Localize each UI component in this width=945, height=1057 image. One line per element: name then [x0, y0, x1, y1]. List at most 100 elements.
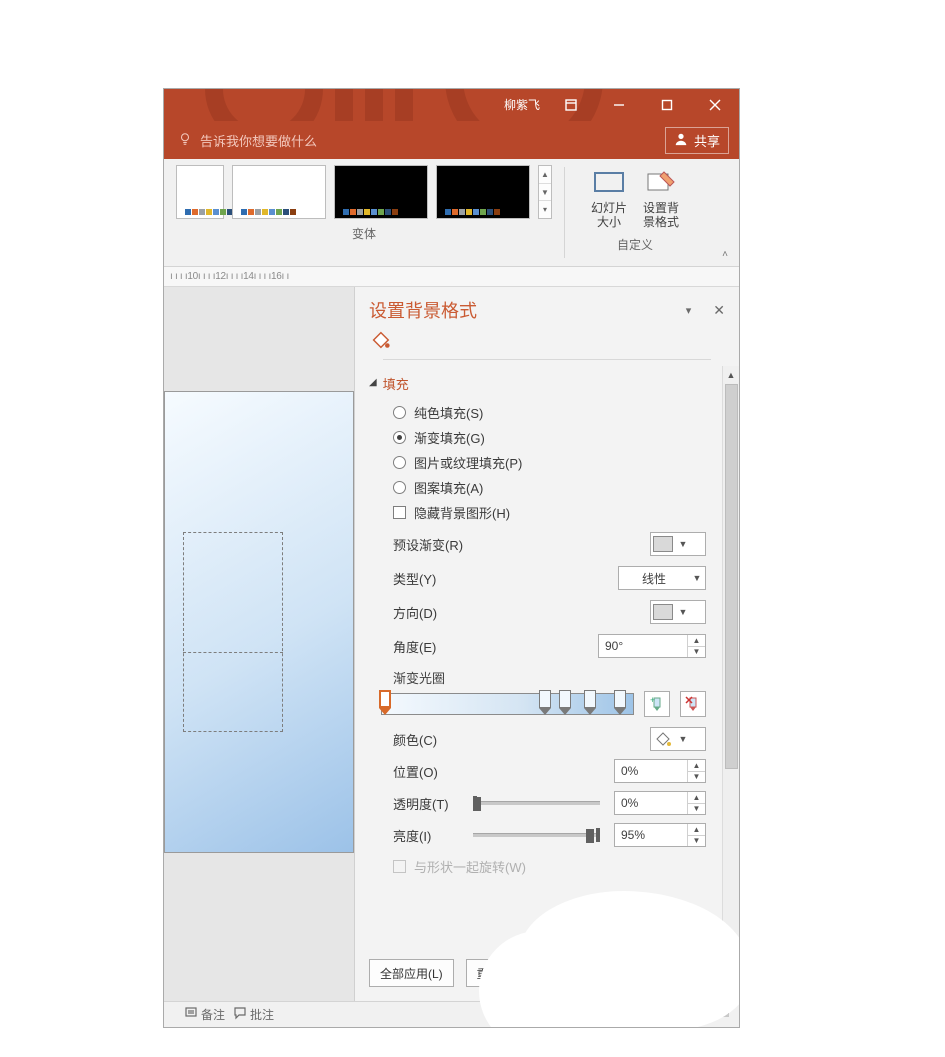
radio-picture-fill[interactable]: 图片或纹理填充(P)	[393, 453, 706, 472]
variant-gallery[interactable]: ▲▼▾	[176, 165, 552, 219]
fill-expander[interactable]: ◢ 填充	[369, 374, 706, 393]
format-background-button[interactable]: 设置背 景格式	[637, 165, 685, 230]
variants-group: ▲▼▾ 变体	[164, 159, 564, 266]
close-button[interactable]	[691, 89, 739, 121]
app-window: 柳紫飞 告诉我你想要做什么	[163, 88, 740, 1028]
angle-label: 角度(E)	[393, 637, 598, 656]
comments-icon	[233, 1006, 247, 1023]
radio-solid-fill[interactable]: 纯色填充(S)	[393, 403, 706, 422]
chevron-down-icon: ▼	[675, 607, 691, 617]
variant-thumb[interactable]	[436, 165, 530, 219]
variant-gallery-more[interactable]: ▲▼▾	[538, 165, 552, 219]
radio-icon	[393, 481, 406, 494]
swatch-icon	[653, 536, 673, 552]
window-controls	[547, 89, 739, 121]
minimize-button[interactable]	[595, 89, 643, 121]
type-label: 类型(Y)	[393, 569, 618, 588]
radio-pattern-fill[interactable]: 图案填充(A)	[393, 478, 706, 497]
lightbulb-icon	[178, 132, 192, 149]
notes-button[interactable]: 备注	[184, 1006, 225, 1023]
customize-label: 自定义	[617, 236, 653, 253]
brightness-label: 亮度(I)	[393, 826, 465, 845]
checkbox-icon	[393, 860, 406, 873]
preset-gradient-label: 预设渐变(R)	[393, 535, 650, 554]
variant-thumb[interactable]	[334, 165, 428, 219]
slide-canvas[interactable]	[164, 391, 354, 853]
format-background-pane: 设置背景格式 ▾ ✕ ◢ 填充	[354, 287, 739, 1001]
tellme-search[interactable]: 告诉我你想要做什么	[178, 131, 317, 150]
radio-icon	[393, 406, 406, 419]
gradient-stop[interactable]	[558, 690, 572, 720]
add-gradient-stop-button[interactable]: +	[644, 691, 670, 717]
tellme-placeholder: 告诉我你想要做什么	[200, 131, 317, 150]
checkbox-icon	[393, 506, 406, 519]
ribbon: ▲▼▾ 变体 幻灯片 大小 设置背 景格式	[164, 159, 739, 267]
variants-label: 变体	[352, 225, 376, 242]
swatch-icon	[653, 604, 673, 620]
comments-button[interactable]: 批注	[233, 1006, 274, 1023]
direction-label: 方向(D)	[393, 603, 650, 622]
radio-icon	[393, 431, 406, 444]
torn-edge-overlay	[519, 891, 740, 1028]
transparency-slider[interactable]	[473, 793, 606, 813]
swatch-row	[343, 209, 398, 215]
horizontal-ruler: ı ı ı ı10ı ı ı ı12ı ı ı ı14ı ı ı ı16ı ı	[164, 267, 739, 287]
content-placeholder[interactable]	[183, 532, 283, 732]
hide-background-graphics-checkbox[interactable]: 隐藏背景图形(H)	[393, 503, 706, 522]
collapse-ribbon-button[interactable]: ˄	[717, 246, 733, 262]
radio-icon	[393, 456, 406, 469]
paint-bucket-icon	[653, 729, 673, 749]
rotate-with-shape-checkbox: 与形状一起旋转(W)	[393, 857, 706, 876]
pane-options-button[interactable]: ▾	[686, 304, 692, 317]
triangle-down-icon: ◢	[369, 377, 377, 388]
swatch-row	[241, 209, 296, 215]
chevron-down-icon: ▼	[675, 539, 691, 549]
notes-icon	[184, 1006, 198, 1023]
gradient-stops-ramp[interactable]	[381, 693, 634, 715]
gradient-stop[interactable]	[538, 690, 552, 720]
direction-combo[interactable]: ▼	[650, 600, 706, 624]
position-spinner[interactable]: 0% ▲▼	[614, 759, 706, 783]
pane-close-button[interactable]: ✕	[713, 302, 725, 319]
pane-content: ◢ 填充 纯色填充(S) 渐变填充(G) 图片或纹理填充(P)	[355, 366, 722, 949]
swatch-row	[445, 209, 500, 215]
svg-text:+: +	[650, 696, 655, 705]
color-label: 颜色(C)	[393, 730, 650, 749]
ribbon-display-options-button[interactable]	[547, 89, 595, 121]
tellme-bar: 告诉我你想要做什么 共享	[164, 121, 739, 159]
radio-gradient-fill[interactable]: 渐变填充(G)	[393, 428, 706, 447]
slide-canvas-area	[164, 287, 354, 1001]
angle-spinner[interactable]: 90° ▲▼	[598, 634, 706, 658]
chevron-down-icon: ▼	[689, 573, 705, 583]
position-label: 位置(O)	[393, 762, 465, 781]
apply-to-all-button[interactable]: 全部应用(L)	[369, 959, 454, 987]
slide-size-button[interactable]: 幻灯片 大小	[585, 165, 633, 230]
account-name[interactable]: 柳紫飞	[504, 96, 540, 113]
transparency-spinner[interactable]: 0% ▲▼	[614, 791, 706, 815]
gradient-stop[interactable]	[613, 690, 627, 720]
type-combo[interactable]: 线性 ▼	[618, 566, 706, 590]
pane-header: 设置背景格式 ▾ ✕	[355, 287, 739, 366]
brightness-slider[interactable]	[473, 825, 606, 845]
slide-size-icon	[590, 165, 628, 199]
preset-gradient-combo[interactable]: ▼	[650, 532, 706, 556]
remove-gradient-stop-button[interactable]	[680, 691, 706, 717]
brightness-spinner[interactable]: 95% ▲▼	[614, 823, 706, 847]
scroll-up-button[interactable]: ▲	[723, 366, 739, 383]
gradient-stop[interactable]	[378, 690, 392, 720]
maximize-button[interactable]	[643, 89, 691, 121]
pane-scrollbar[interactable]: ▲ ▼	[722, 366, 739, 949]
variant-thumb[interactable]	[176, 165, 224, 219]
scroll-thumb[interactable]	[725, 384, 738, 769]
spin-buttons[interactable]: ▲▼	[687, 635, 705, 657]
share-button[interactable]: 共享	[665, 127, 729, 154]
variant-thumb[interactable]	[232, 165, 326, 219]
person-icon	[674, 132, 688, 149]
color-combo[interactable]: ▼	[650, 727, 706, 751]
chevron-down-icon: ▼	[675, 734, 691, 744]
title-bar: 柳紫飞	[164, 89, 739, 121]
transparency-label: 透明度(T)	[393, 794, 465, 813]
gradient-stop[interactable]	[583, 690, 597, 720]
fill-bucket-icon[interactable]	[369, 329, 391, 351]
format-background-icon	[642, 165, 680, 199]
